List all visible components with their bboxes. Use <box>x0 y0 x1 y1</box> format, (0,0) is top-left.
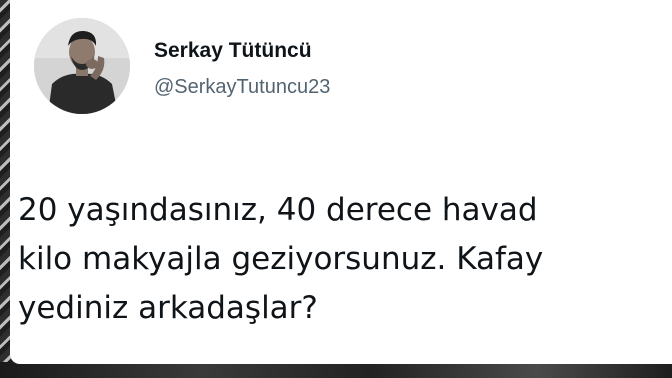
tweet-card: Serkay Tütüncü @SerkayTutuncu23 20 yaşın… <box>10 0 672 364</box>
tweet-author: Serkay Tütüncü @SerkayTutuncu23 <box>154 38 330 100</box>
author-handle[interactable]: @SerkayTutuncu23 <box>154 74 330 100</box>
tweet-text-line-3: yediniz arkadaşlar? <box>18 290 318 326</box>
screenshot-stage: Serkay Tütüncü @SerkayTutuncu23 20 yaşın… <box>0 0 672 378</box>
profile-photo-icon <box>34 18 130 114</box>
author-display-name[interactable]: Serkay Tütüncü <box>154 38 330 64</box>
background-photo-bottom <box>0 362 672 378</box>
tweet-text-line-1: 20 yaşındasınız, 40 derece havad <box>18 192 538 228</box>
avatar[interactable] <box>34 18 130 114</box>
tweet-text: 20 yaşındasınız, 40 derece havad kilo ma… <box>18 186 672 333</box>
tweet-text-line-2: kilo makyajla geziyorsunuz. Kafay <box>18 241 544 277</box>
